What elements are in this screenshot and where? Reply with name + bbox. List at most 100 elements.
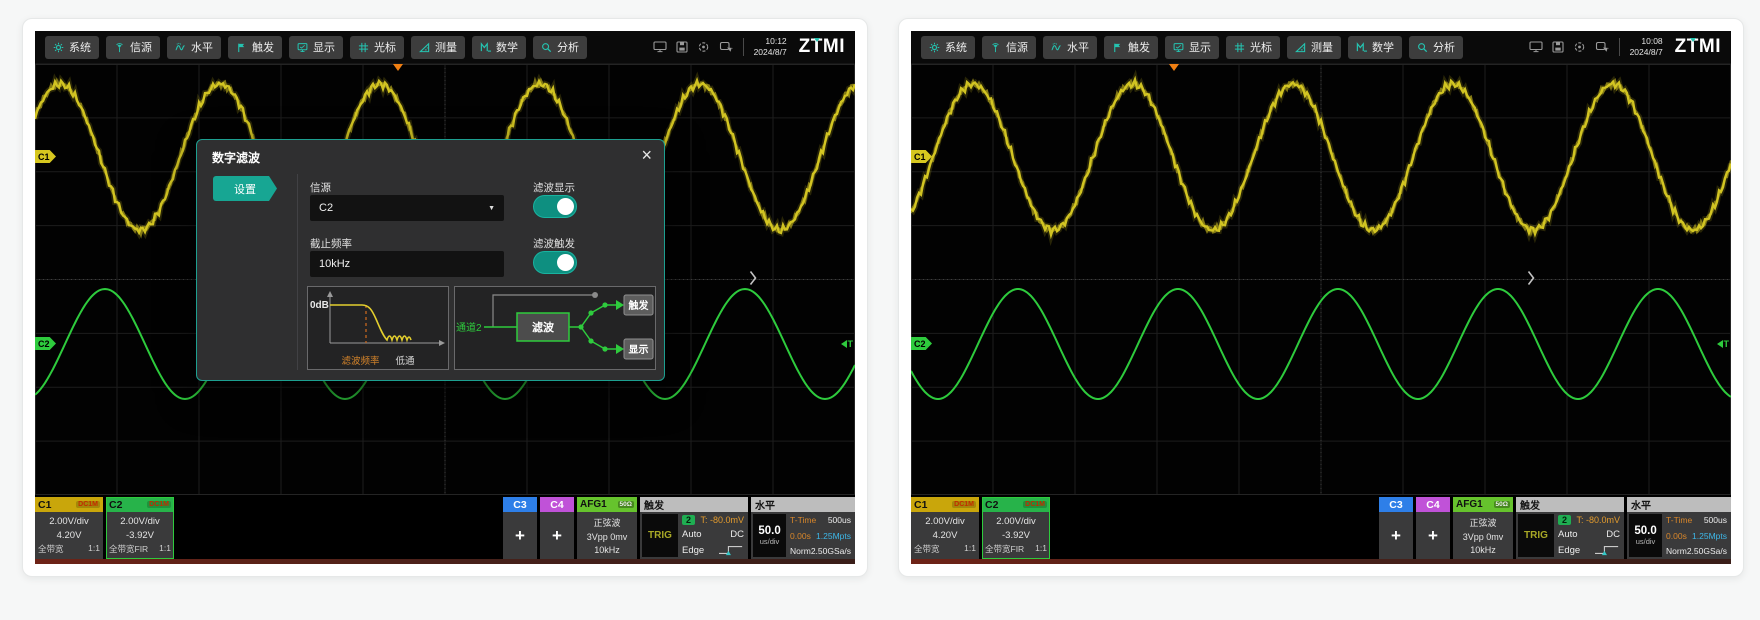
- trigger-source-badge: 2: [1558, 515, 1571, 525]
- trigger-mode: Auto: [1558, 529, 1578, 540]
- touch-rotate-icon[interactable]: [697, 41, 711, 53]
- clock-time: 10:12: [754, 36, 787, 47]
- left-arrow-icon: [841, 340, 847, 348]
- menu-trigger-button[interactable]: 触发: [1104, 36, 1158, 59]
- volts-per-div: 2.00V/div: [996, 516, 1036, 527]
- filter-trigger-label: 滤波触发: [533, 236, 575, 251]
- source-select[interactable]: C2▼: [310, 195, 504, 221]
- menu-horizontal-button[interactable]: 水平: [167, 36, 221, 59]
- menu-measure-button[interactable]: 测量: [1287, 36, 1341, 59]
- trigger-level: T: -80.0mV: [1576, 515, 1620, 525]
- cutoff-frequency-caption: 滤波频率: [341, 353, 379, 367]
- sample-rate: 2.50GSa/s: [1687, 546, 1727, 556]
- storage-icon[interactable]: [675, 41, 689, 53]
- clock: 10:08 2024/8/7: [1630, 36, 1663, 58]
- menu-measure-button[interactable]: 测量: [411, 36, 465, 59]
- channel-box-c2[interactable]: C2DC1M 2.00V/div-3.92V全带宽FIR1:1: [106, 497, 174, 559]
- menu-system-button[interactable]: 系统: [45, 36, 99, 59]
- memory-depth: 1.25Mpts: [816, 531, 851, 541]
- trigger-mode: Auto: [682, 529, 702, 540]
- trigger-level-marker[interactable]: T: [841, 339, 854, 349]
- offset-value: 4.20V: [57, 530, 82, 541]
- offset-value: 4.20V: [933, 530, 958, 541]
- clock: 10:12 2024/8/7: [754, 36, 787, 58]
- oscilloscope-ui-left: 系统 信源 水平 触发 显示 光标 测量 数学 分析 10:12 2024: [35, 31, 855, 564]
- expand-panel-chevron[interactable]: [749, 270, 757, 291]
- filter-box-label: 滤波: [532, 320, 555, 334]
- add-channel-button[interactable]: +: [1416, 512, 1450, 559]
- channel-box-c1[interactable]: C1DC1M 2.00V/div4.20V全带宽1:1: [911, 497, 979, 559]
- horizontal-block[interactable]: 水平 50.0us/div T-Time500us 0.00s1.25Mpts …: [751, 497, 855, 559]
- close-icon[interactable]: ×: [637, 142, 656, 168]
- expand-panel-chevron[interactable]: [1527, 270, 1535, 291]
- menu-analysis-button[interactable]: 分析: [1409, 36, 1463, 59]
- channel-box-c3[interactable]: C3 +: [503, 497, 537, 559]
- menu-display-button[interactable]: 显示: [1165, 36, 1219, 59]
- trigger-title: 触发: [640, 497, 748, 512]
- channel2-input-label: 通道2: [456, 321, 482, 334]
- horizontal-title: 水平: [1627, 497, 1731, 512]
- lowpass-response-chart: 0dB: [308, 287, 448, 353]
- trigger-level-marker[interactable]: T: [1717, 339, 1730, 349]
- channel-box-c4[interactable]: C4 +: [540, 497, 574, 559]
- waveform-display[interactable]: C1 C2 T 数字滤波 × 设置 信源 C2▼ 截止频率 10kHz 滤波显示: [35, 63, 855, 495]
- menu-source-button[interactable]: 信源: [106, 36, 160, 59]
- display-icon: [297, 42, 308, 53]
- menu-horizontal-button[interactable]: 水平: [1043, 36, 1097, 59]
- afg-amplitude: 3Vpp 0mv: [1463, 532, 1504, 542]
- cutoff-frequency-input[interactable]: 10kHz: [310, 251, 504, 277]
- menu-analysis-button[interactable]: 分析: [533, 36, 587, 59]
- trigger-title: 触发: [1516, 497, 1624, 512]
- trigger-level: T: -80.0mV: [700, 515, 744, 525]
- oscilloscope-ui-right: 系统 信源 水平 触发 显示 光标 测量 数学 分析 10:08 2024: [911, 31, 1731, 564]
- menu-source-button[interactable]: 信源: [982, 36, 1036, 59]
- filter-display-toggle[interactable]: [533, 195, 577, 218]
- clock-date: 2024/8/7: [754, 47, 787, 58]
- horizontal-block[interactable]: 水平 50.0us/div T-Time500us 0.00s1.25Mpts …: [1627, 497, 1731, 559]
- coupling-badge: DC1M: [76, 501, 100, 508]
- screencast-icon[interactable]: [653, 41, 667, 53]
- tab-settings[interactable]: 设置: [213, 176, 277, 201]
- t-time-label: T-Time: [790, 515, 816, 525]
- probe-ratio: 1:1: [88, 543, 100, 555]
- storage-icon[interactable]: [1551, 41, 1565, 53]
- channel-box-c3[interactable]: C3 +: [1379, 497, 1413, 559]
- afg-box[interactable]: AFG150Ω 正弦波3Vpp 0mv10kHz: [577, 497, 637, 559]
- display-icon: [1173, 42, 1184, 53]
- afg-box[interactable]: AFG150Ω 正弦波3Vpp 0mv10kHz: [1453, 497, 1513, 559]
- measure-icon: [1295, 42, 1306, 53]
- menu-trigger-button[interactable]: 触发: [228, 36, 282, 59]
- signal-source-icon: [114, 42, 125, 53]
- add-channel-button[interactable]: +: [540, 512, 574, 559]
- trigger-block[interactable]: 触发 TRIG 2T: -80.0mV AutoDC Edge: [640, 497, 748, 559]
- menubar-right: 10:08 2024/8/7 ZTMI: [1529, 36, 1721, 58]
- filter-response-diagram: 0dB 滤波频率 低通: [307, 286, 449, 370]
- trigger-position-marker[interactable]: [1169, 64, 1179, 71]
- menu-cursor-button[interactable]: 光标: [1226, 36, 1280, 59]
- channel-name: C3: [513, 499, 526, 511]
- menu-cursor-button[interactable]: 光标: [350, 36, 404, 59]
- channel-box-c1[interactable]: C1DC1M 2.00V/div4.20V全带宽1:1: [35, 497, 103, 559]
- menu-math-button[interactable]: 数学: [1348, 36, 1402, 59]
- horizontal-wave-icon: [1051, 42, 1062, 53]
- touch-rotate-icon[interactable]: [1573, 41, 1587, 53]
- menu-math-button[interactable]: 数学: [472, 36, 526, 59]
- touch-gesture-icon[interactable]: [719, 41, 733, 53]
- touch-gesture-icon[interactable]: [1595, 41, 1609, 53]
- memory-depth: 1.25Mpts: [1692, 531, 1727, 541]
- digital-filter-dialog: 数字滤波 × 设置 信源 C2▼ 截止频率 10kHz 滤波显示 滤波触发: [196, 139, 665, 381]
- channel-box-c2[interactable]: C2DC1M 2.00V/div-3.92V全带宽FIR1:1: [982, 497, 1050, 559]
- probe-ratio: 1:1: [1035, 543, 1047, 555]
- trigger-position-marker[interactable]: [393, 64, 403, 71]
- filter-trigger-toggle[interactable]: [533, 251, 577, 274]
- trigger-block[interactable]: 触发 TRIG 2T: -80.0mV AutoDC Edge: [1516, 497, 1624, 559]
- divider: [1619, 38, 1620, 56]
- offset-value: -3.92V: [1002, 530, 1030, 541]
- screencast-icon[interactable]: [1529, 41, 1543, 53]
- add-channel-button[interactable]: +: [503, 512, 537, 559]
- channel-box-c4[interactable]: C4 +: [1416, 497, 1450, 559]
- menu-system-button[interactable]: 系统: [921, 36, 975, 59]
- waveform-display[interactable]: C1 C2 T: [911, 63, 1731, 495]
- menu-display-button[interactable]: 显示: [289, 36, 343, 59]
- add-channel-button[interactable]: +: [1379, 512, 1413, 559]
